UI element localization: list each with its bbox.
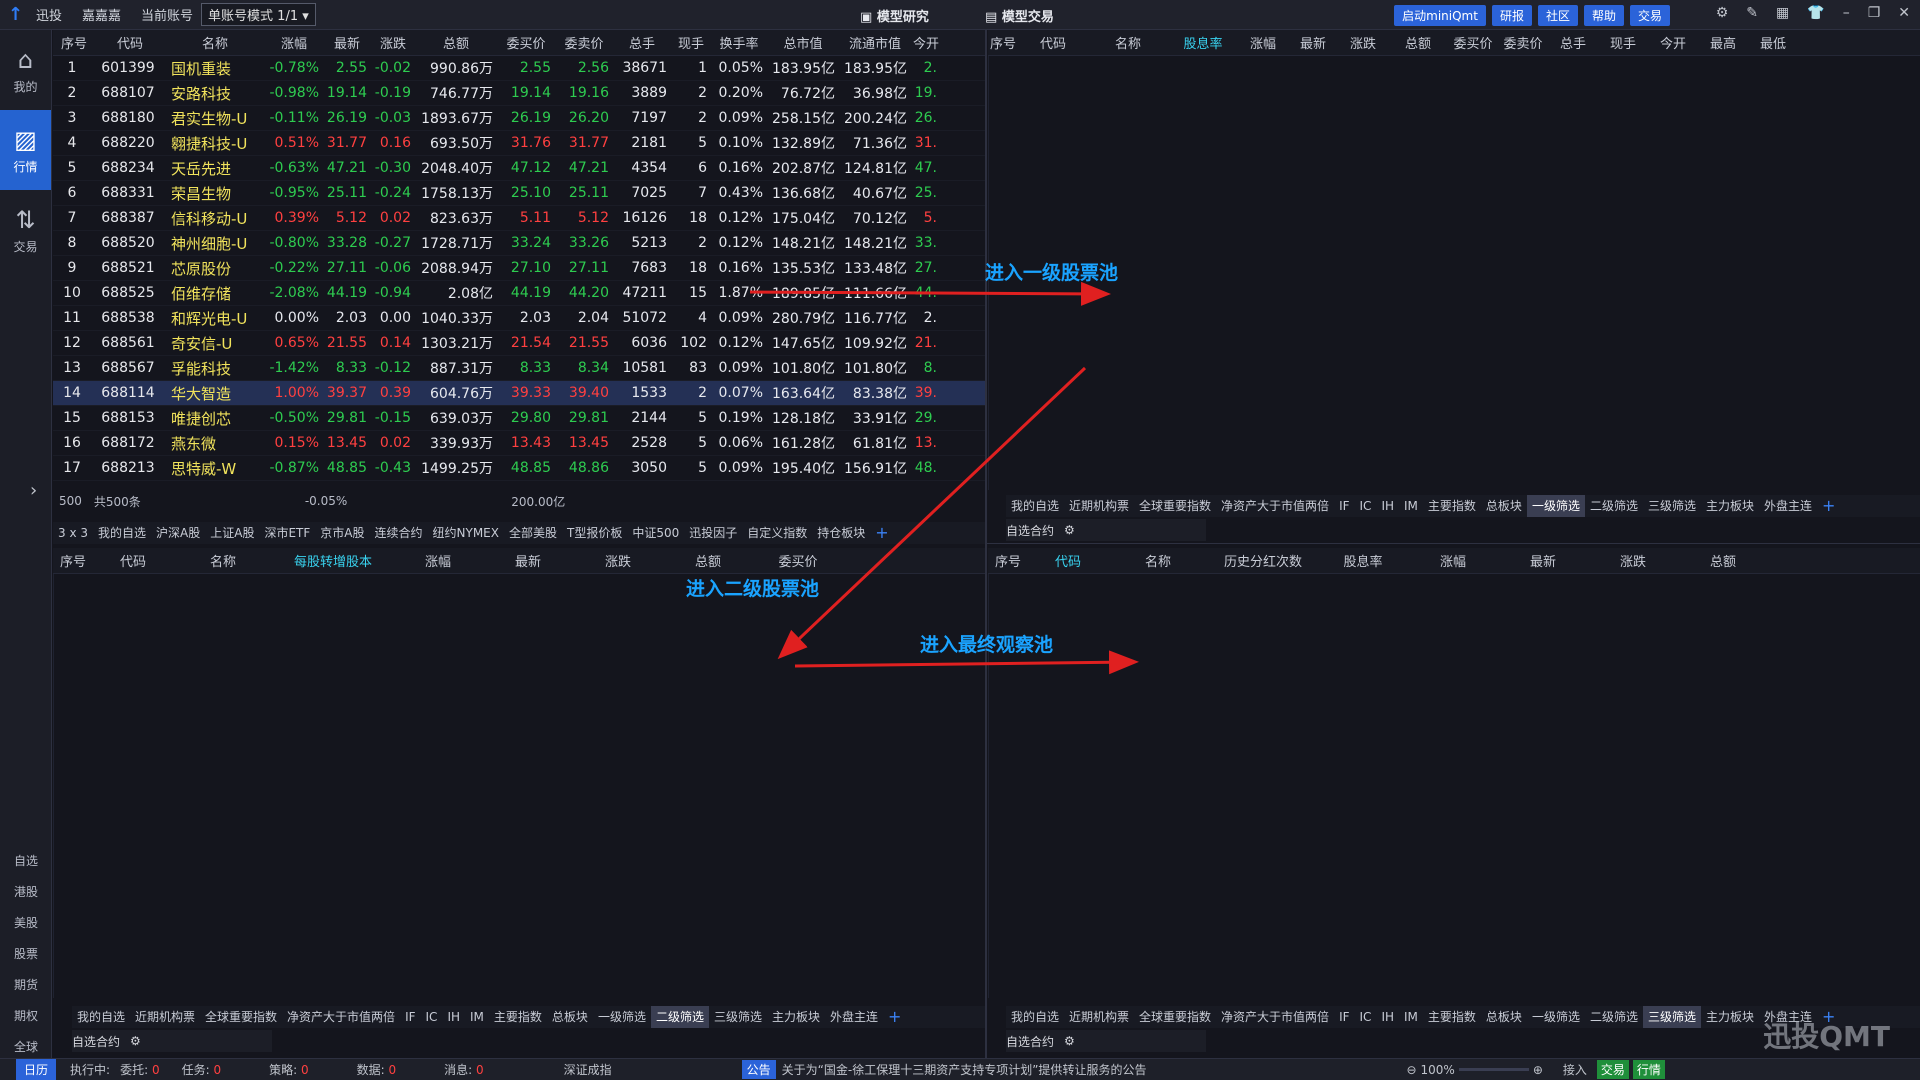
quote-status: 行情 xyxy=(1632,1060,1665,1079)
arrow-to-pool2 xyxy=(777,366,1087,660)
watermark: 迅投QMT xyxy=(1763,1020,1890,1053)
arrow-to-final-pool xyxy=(794,650,1139,675)
annotation-pool2: 进入二级股票池 xyxy=(686,578,820,600)
strategy-label[interactable]: 策略: 0 xyxy=(269,1061,309,1078)
index-name[interactable]: 深证成指 xyxy=(564,1061,612,1078)
task-label[interactable]: 任务: 0 xyxy=(182,1061,222,1078)
calendar-button[interactable]: 日历 xyxy=(16,1059,57,1080)
message-label[interactable]: 消息: 0 xyxy=(444,1061,484,1078)
data-label[interactable]: 数据: 0 xyxy=(357,1061,397,1078)
exec-label: 执行中: xyxy=(70,1063,111,1077)
status-bar: 日历 执行中: 委托: 0 任务: 0 策略: 0 数据: 0 消息: 0 深证… xyxy=(0,1058,1920,1080)
annotation-final-pool: 进入最终观察池 xyxy=(920,634,1054,656)
annotation-pool1: 进入一级股票池 xyxy=(985,262,1119,284)
zoom-in-icon[interactable]: ⊕ xyxy=(1533,1063,1543,1077)
trade-status: 交易 xyxy=(1596,1060,1629,1079)
notice-tag: 公告 xyxy=(741,1060,776,1079)
entrust-label[interactable]: 委托: 0 xyxy=(120,1061,160,1078)
zoom-out-icon[interactable]: ⊖ xyxy=(1406,1063,1416,1077)
annotation-arrows xyxy=(749,281,1139,675)
notice-text[interactable]: 关于为“国金-徐工保理十三期资产支持专项计划”提供转让服务的公告 xyxy=(782,1061,1147,1078)
connect-label[interactable]: 接入 xyxy=(1563,1061,1587,1078)
zoom-slider[interactable] xyxy=(1458,1068,1529,1071)
zoom-level: 100% xyxy=(1420,1062,1455,1077)
arrow-to-pool1 xyxy=(749,281,1111,306)
